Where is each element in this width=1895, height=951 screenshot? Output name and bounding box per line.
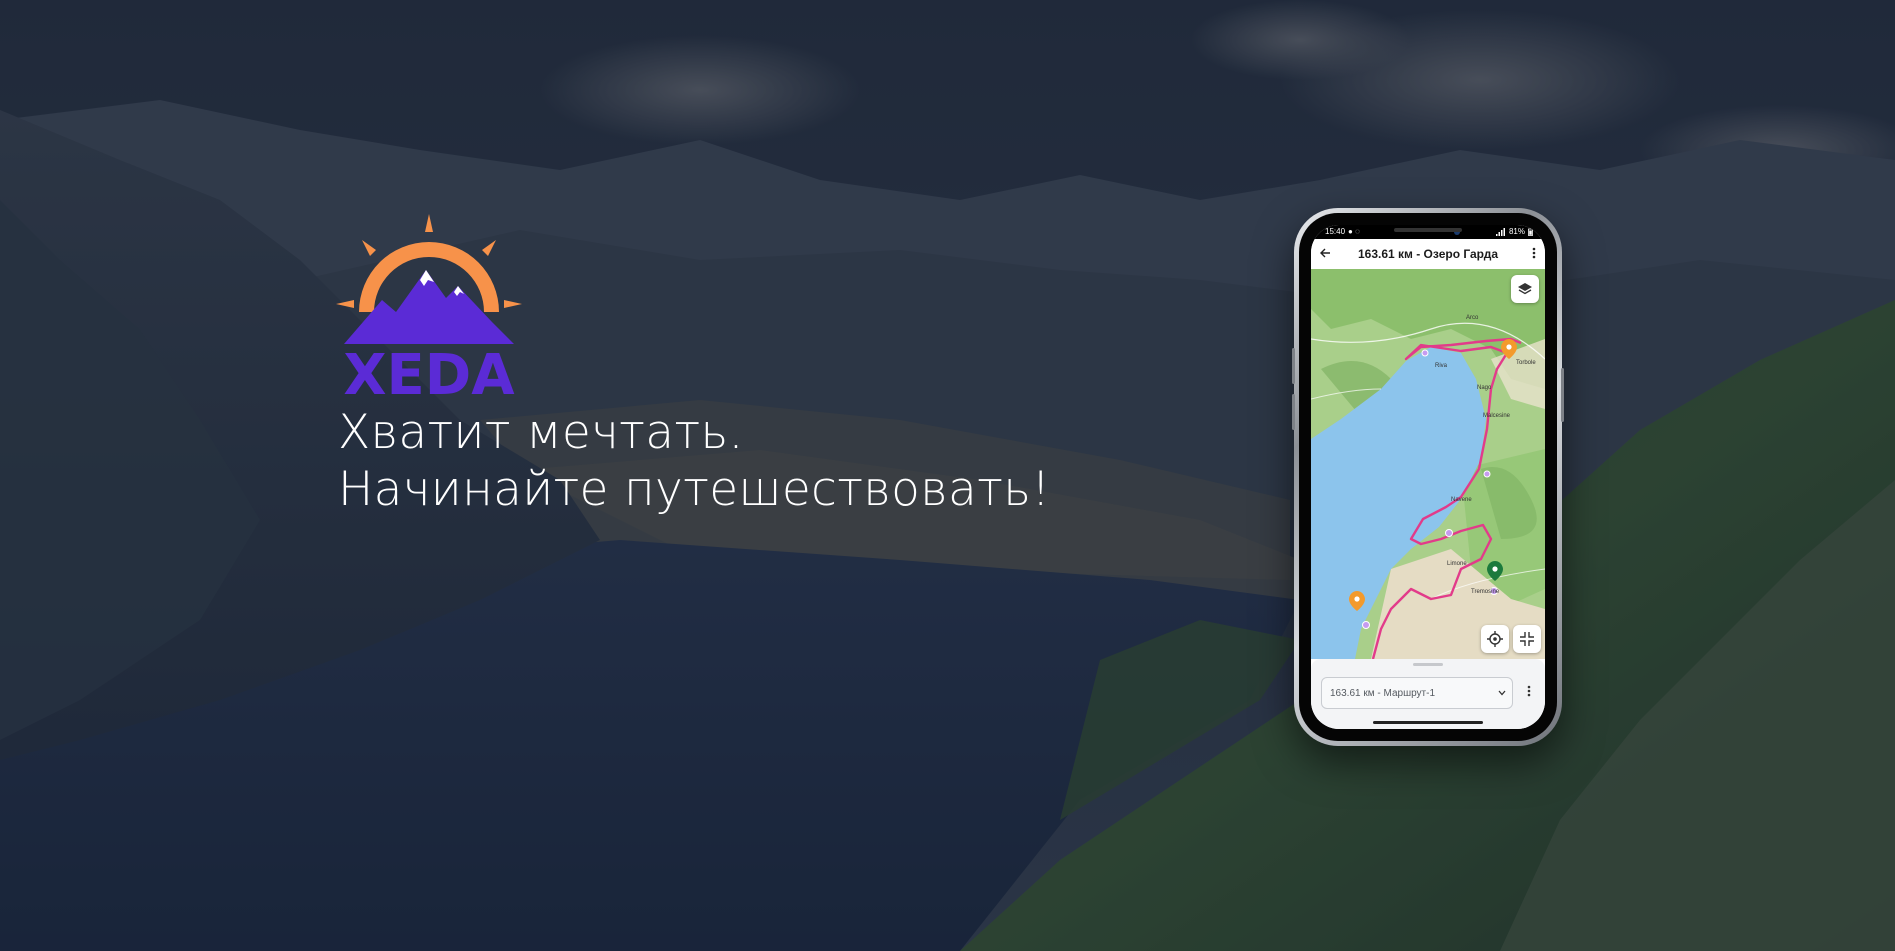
- waypoint-marker[interactable]: [1445, 529, 1453, 537]
- route-bottom-sheet: 163.61 км - Маршрут-1: [1311, 659, 1545, 729]
- phone-volume-up-button: [1292, 348, 1295, 384]
- status-time: 15:40 ● ◌: [1325, 227, 1360, 236]
- headline-line-2: Начинайте путешествовать!: [338, 462, 1051, 517]
- map-label-arco: Arco: [1466, 315, 1479, 321]
- map-label-riva: Riva: [1435, 363, 1448, 369]
- waypoint-marker[interactable]: [1362, 621, 1370, 629]
- phone-screen: 15:40 ● ◌ 81% 163.61 км - Озеро Гарда Ar…: [1311, 225, 1545, 729]
- route-title: 163.61 км - Озеро Гарда: [1357, 247, 1499, 261]
- phone-power-button: [1561, 368, 1564, 422]
- map-canvas[interactable]: Arco Torbole Nago Riva Malcesine Navene …: [1311, 269, 1545, 659]
- map-label-tremosine: Tremosine: [1471, 589, 1500, 595]
- waypoint-marker[interactable]: [1421, 349, 1429, 357]
- collapse-button[interactable]: [1513, 625, 1541, 653]
- map-label-nago: Nago: [1477, 385, 1492, 391]
- layers-button[interactable]: [1511, 275, 1539, 303]
- chevron-down-icon: [1492, 688, 1512, 699]
- app-bar-menu-button[interactable]: [1523, 246, 1545, 262]
- phone-mockup: 15:40 ● ◌ 81% 163.61 км - Озеро Гарда Ar…: [1292, 208, 1564, 746]
- map-label-malcesine: Malcesine: [1483, 413, 1511, 419]
- map-label-limone: Limone: [1447, 561, 1467, 567]
- battery-icon: [1528, 228, 1533, 236]
- phone-volume-down-button: [1292, 394, 1295, 430]
- sheet-drag-handle[interactable]: [1413, 663, 1443, 666]
- more-vertical-icon: [1527, 685, 1531, 697]
- hero-headline: Хватит мечтать. Начинайте путешествовать…: [338, 404, 1050, 518]
- phone-speaker: [1394, 228, 1462, 232]
- route-map[interactable]: Arco Torbole Nago Riva Malcesine Navene …: [1311, 269, 1545, 659]
- more-vertical-icon: [1532, 247, 1536, 259]
- layers-icon: [1518, 283, 1532, 295]
- locate-button[interactable]: [1481, 625, 1509, 653]
- home-indicator: [1373, 721, 1483, 724]
- status-icons: 81%: [1495, 225, 1533, 239]
- app-bar: 163.61 км - Озеро Гарда: [1311, 239, 1545, 269]
- brand-wordmark: XEDA: [343, 343, 515, 402]
- waypoint-marker[interactable]: [1483, 470, 1491, 478]
- xeda-logo: XEDA: [336, 214, 522, 402]
- map-label-navene: Navene: [1451, 497, 1472, 503]
- route-select-value: 163.61 км - Маршрут-1: [1330, 687, 1436, 699]
- signal-icon: [1495, 228, 1505, 236]
- hero-section: XEDA Хватит мечтать. Начинайте путешеств…: [0, 0, 1895, 951]
- collapse-icon: [1520, 632, 1534, 646]
- arrow-left-icon: [1320, 248, 1330, 258]
- route-select-dropdown[interactable]: 163.61 км - Маршрут-1: [1321, 677, 1513, 709]
- locate-icon: [1487, 631, 1503, 647]
- route-menu-button[interactable]: [1519, 677, 1539, 709]
- map-label-torbole: Torbole: [1516, 360, 1536, 366]
- back-button[interactable]: [1311, 246, 1339, 262]
- headline-line-1: Хватит мечтать.: [338, 405, 744, 460]
- battery-level: 81%: [1508, 227, 1525, 236]
